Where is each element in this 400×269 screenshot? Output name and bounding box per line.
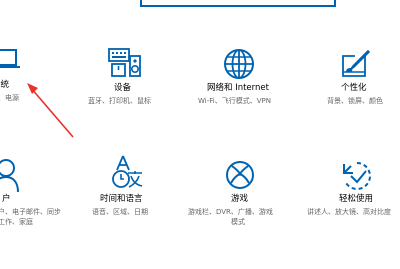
red-arrow-annotation <box>27 83 74 138</box>
